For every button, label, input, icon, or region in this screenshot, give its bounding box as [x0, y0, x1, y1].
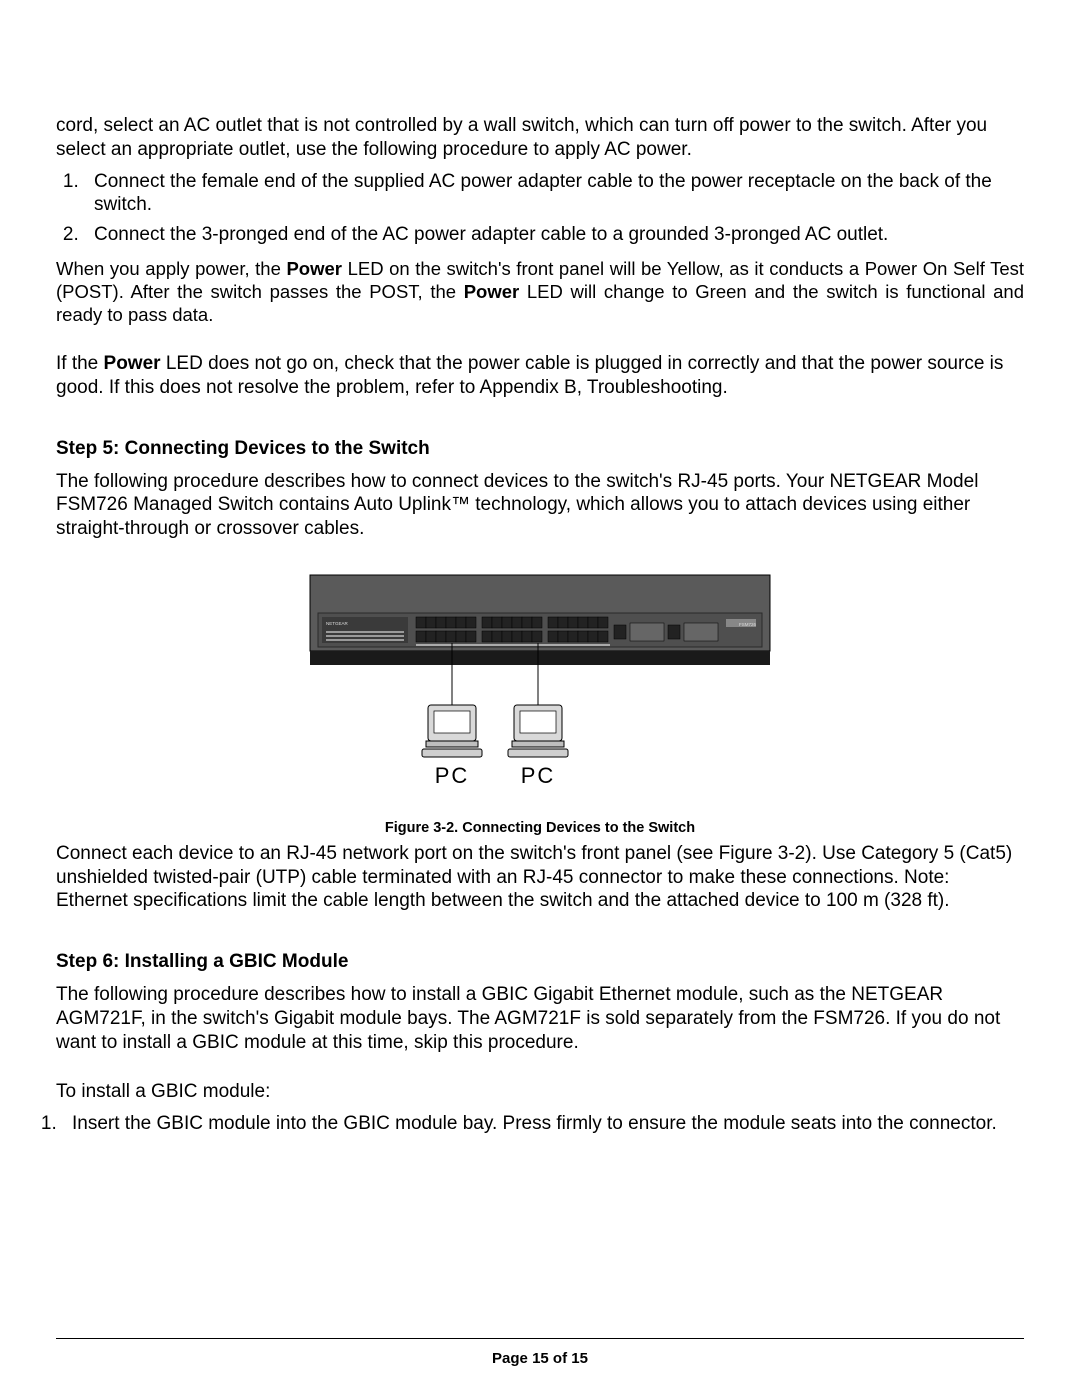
- pc-label: PC: [521, 763, 556, 788]
- pc-label: PC: [435, 763, 470, 788]
- bold-text: Power: [286, 258, 342, 279]
- step5-paragraph: The following procedure describes how to…: [56, 470, 1024, 541]
- brand-label: NETGEAR: [326, 621, 349, 626]
- page-number: Page 15 of 15: [0, 1350, 1080, 1367]
- paragraph-continuation: cord, select an AC outlet that is not co…: [56, 114, 1024, 162]
- model-label: FSM726: [739, 622, 757, 627]
- footer-rule: [56, 1338, 1024, 1339]
- step6-heading: Step 6: Installing a GBIC Module: [56, 951, 1024, 973]
- step5-after-paragraph: Connect each device to an RJ-45 network …: [56, 842, 1024, 913]
- step6-lead: To install a GBIC module:: [56, 1080, 1024, 1104]
- figure-caption: Figure 3-2. Connecting Devices to the Sw…: [56, 820, 1024, 836]
- bold-text: Power: [464, 281, 520, 302]
- pc-icon: [508, 705, 568, 757]
- step6-paragraph: The following procedure describes how to…: [56, 983, 1024, 1054]
- post-power-paragraph: When you apply power, the Power LED on t…: [56, 257, 1024, 326]
- text: If the: [56, 353, 104, 374]
- pc-icon: [422, 705, 482, 757]
- list-item: Connect the female end of the supplied A…: [84, 170, 1024, 218]
- bold-text: Power: [104, 353, 161, 374]
- list-item: Insert the GBIC module into the GBIC mod…: [62, 1112, 1024, 1136]
- document-page: cord, select an AC outlet that is not co…: [0, 0, 1080, 1397]
- gbic-steps-list: Insert the GBIC module into the GBIC mod…: [56, 1112, 1024, 1136]
- text: LED does not go on, check that the power…: [56, 353, 1003, 398]
- list-item: Connect the 3-pronged end of the AC powe…: [84, 223, 1024, 247]
- power-steps-list: Connect the female end of the supplied A…: [56, 170, 1024, 247]
- if-power-paragraph: If the Power LED does not go on, check t…: [56, 352, 1024, 400]
- text: When you apply power, the: [56, 258, 286, 279]
- step5-heading: Step 5: Connecting Devices to the Switch: [56, 438, 1024, 460]
- switch-diagram: NETGEAR: [290, 565, 790, 805]
- figure-3-2: NETGEAR: [56, 565, 1024, 810]
